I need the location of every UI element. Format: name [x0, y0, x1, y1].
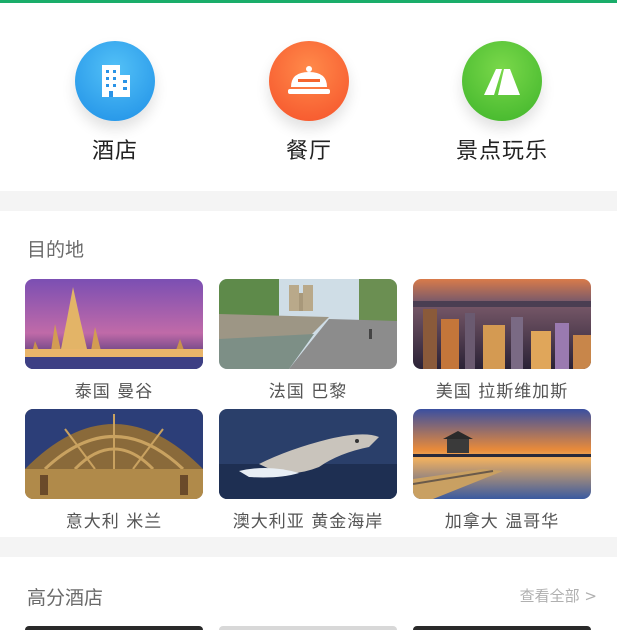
category-hotel[interactable]: 酒店 [45, 41, 185, 165]
las-vegas-night-photo [413, 279, 591, 369]
category-attraction[interactable]: 景点玩乐 [432, 41, 572, 165]
section-title: 高分酒店 [27, 587, 104, 609]
category-label: 餐厅 [285, 139, 332, 164]
destination-label: 意大利 米兰 [65, 512, 163, 532]
destination-label: 澳大利亚 黄金海岸 [232, 512, 384, 532]
building-icon [75, 41, 155, 121]
destination-card-las-vegas[interactable]: 美国 拉斯维加斯 [413, 279, 591, 402]
category-restaurant[interactable]: 餐厅 [239, 41, 379, 165]
destination-card-bangkok[interactable]: 泰国 曼谷 [25, 279, 203, 402]
vancouver-sunset-photo [413, 409, 591, 499]
section-title: 目的地 [27, 239, 85, 261]
destination-card-paris[interactable]: 法国 巴黎 [219, 279, 397, 402]
hotels-panel: 高分酒店 查看全部 > [0, 557, 617, 630]
view-all-link[interactable]: 查看全部 > [520, 585, 597, 606]
paris-notre-dame-photo [219, 279, 397, 369]
category-label: 酒店 [91, 139, 138, 164]
destinations-panel: 目的地 泰国 曼谷 法国 巴黎 美国 拉斯维加斯 意大利 米兰 澳大利亚 黄金海… [0, 211, 617, 537]
destination-label: 法国 巴黎 [268, 382, 348, 402]
destination-card-milan[interactable]: 意大利 米兰 [25, 409, 203, 532]
gold-coast-whale-photo [219, 409, 397, 499]
hotel-card-peek[interactable] [219, 626, 397, 630]
destination-label: 美国 拉斯维加斯 [435, 382, 569, 402]
hotel-card-peek[interactable] [25, 626, 203, 630]
category-panel: 酒店 餐厅 景点玩乐 [0, 3, 617, 191]
food-cloche-icon [269, 41, 349, 121]
destination-label: 加拿大 温哥华 [444, 512, 560, 532]
mountain-icon [462, 41, 542, 121]
hotel-card-peek[interactable] [413, 626, 591, 630]
destination-card-vancouver[interactable]: 加拿大 温哥华 [413, 409, 591, 532]
bangkok-temple-photo [25, 279, 203, 369]
milan-galleria-photo [25, 409, 203, 499]
destination-card-gold-coast[interactable]: 澳大利亚 黄金海岸 [219, 409, 397, 532]
category-label: 景点玩乐 [455, 139, 548, 164]
destination-label: 泰国 曼谷 [74, 382, 154, 402]
